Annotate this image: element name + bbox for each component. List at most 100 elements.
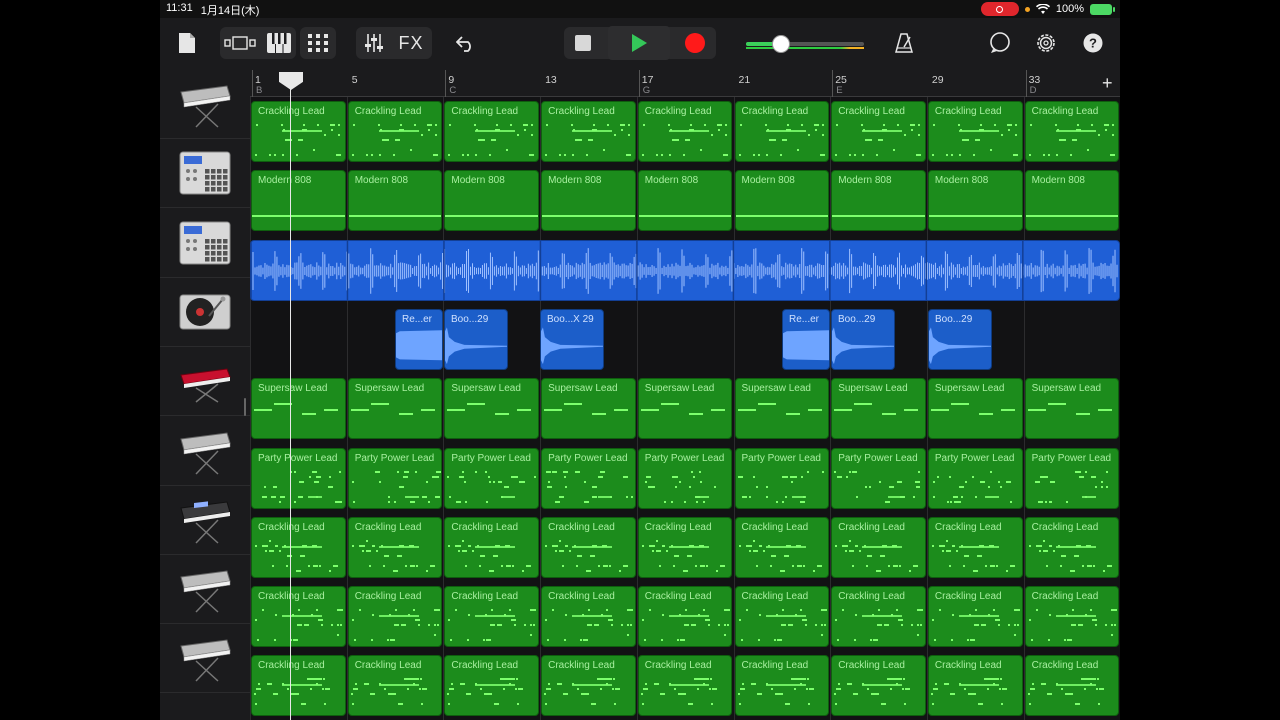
track-header[interactable] [160,555,250,625]
stop-icon[interactable] [568,26,598,60]
mixer-icon[interactable] [360,26,388,60]
midi-region[interactable]: Modern 808 [927,170,1023,232]
midi-region[interactable]: Crackling Lead [444,101,540,162]
track-header[interactable] [160,278,250,347]
header-resize-handle[interactable] [244,398,246,416]
midi-region[interactable]: Crackling Lead [541,655,636,717]
audio-region[interactable]: Boo...29 [928,308,992,370]
midi-region[interactable]: Modern 808 [347,170,443,232]
midi-region[interactable]: Modern 808 [541,170,636,232]
midi-region[interactable]: Crackling Lead [444,516,540,578]
midi-region[interactable]: Crackling Lead [347,516,443,578]
track-header[interactable] [160,70,250,139]
audio-region[interactable]: Re...er [782,308,830,370]
midi-region[interactable]: Crackling Lead [444,655,540,717]
midi-region[interactable]: Modern 808 [1024,170,1120,232]
midi-region[interactable]: Supersaw Lead [637,378,733,440]
midi-region[interactable]: Crackling Lead [347,655,443,717]
midi-region[interactable]: Party Power Lead [831,447,926,509]
midi-region[interactable]: Crackling Lead [927,101,1023,162]
midi-region[interactable]: Party Power Lead [637,447,733,509]
audio-region[interactable]: Boo...29 [444,308,508,370]
midi-region[interactable]: Crackling Lead [347,101,443,162]
midi-region[interactable]: Modern 808 [831,170,926,232]
track-lane[interactable]: Re...er Boo...29 Boo...X 29 Re...er Boo...29… [250,305,1120,374]
midi-region[interactable]: Party Power Lead [444,447,540,509]
midi-region[interactable]: Modern 808 [637,170,733,232]
track-lane[interactable]: Supersaw Lead Supersaw Lead Supersaw Lead S… [250,374,1120,443]
add-section-button[interactable]: + [1102,74,1113,92]
midi-region[interactable]: Modern 808 [734,170,830,232]
midi-region[interactable]: Crackling Lead [1024,516,1120,578]
midi-region[interactable]: Supersaw Lead [734,378,830,440]
help-icon[interactable]: ? [1079,26,1107,60]
midi-region[interactable]: Crackling Lead [251,586,346,648]
master-volume-slider[interactable] [746,42,864,46]
midi-region[interactable]: Crackling Lead [831,655,926,717]
midi-region[interactable]: Crackling Lead [251,101,346,162]
midi-region[interactable]: Crackling Lead [541,516,636,578]
track-lane[interactable]: Crackling Lead Crackling Lead Crackling Le… [250,97,1120,166]
midi-region[interactable]: Crackling Lead [927,586,1023,648]
midi-region[interactable]: Supersaw Lead [927,378,1023,440]
midi-region[interactable]: Supersaw Lead [541,378,636,440]
audio-region[interactable]: Boo...X 29 [540,308,604,370]
midi-region[interactable]: Crackling Lead [637,101,733,162]
midi-region[interactable]: Crackling Lead [251,516,346,578]
settings-icon[interactable] [1032,26,1060,60]
track-header[interactable] [160,347,250,417]
track-lane[interactable]: Crackling Lead Crackling Lead Crackling Le… [250,651,1120,720]
audio-loop-region[interactable] [250,239,1120,301]
midi-region[interactable]: Crackling Lead [1024,586,1120,648]
play-icon[interactable] [608,26,670,60]
track-lane[interactable]: Party Power Lead Party Power Lead Party Po… [250,444,1120,513]
midi-region[interactable]: Crackling Lead [1024,101,1120,162]
track-lane[interactable]: Crackling Lead Crackling Lead Crackling Le… [250,513,1120,582]
document-icon[interactable] [174,26,200,60]
midi-region[interactable]: Crackling Lead [831,101,926,162]
midi-region[interactable]: Party Power Lead [541,447,636,509]
fx-button[interactable]: FX [394,26,428,60]
midi-region[interactable]: Party Power Lead [1024,447,1120,509]
midi-region[interactable]: Crackling Lead [734,586,830,648]
midi-region[interactable]: Modern 808 [444,170,540,232]
midi-region[interactable]: Supersaw Lead [1024,378,1120,440]
loop-icon[interactable] [986,26,1014,60]
track-header[interactable] [160,486,250,555]
midi-region[interactable]: Crackling Lead [831,516,926,578]
metronome-icon[interactable] [890,26,918,60]
track-header[interactable] [160,139,250,209]
midi-region[interactable]: Crackling Lead [927,516,1023,578]
midi-region[interactable]: Crackling Lead [637,655,733,717]
midi-region[interactable]: Supersaw Lead [444,378,540,440]
midi-region[interactable]: Supersaw Lead [251,378,346,440]
view-switch-icon[interactable] [222,26,258,60]
undo-icon[interactable] [452,26,480,60]
midi-region[interactable]: Crackling Lead [831,586,926,648]
audio-region[interactable]: Re...er [395,308,443,370]
midi-region[interactable]: Crackling Lead [541,101,636,162]
midi-region[interactable]: Modern 808 [251,170,346,232]
midi-region[interactable]: Supersaw Lead [831,378,926,440]
track-header[interactable] [160,624,250,694]
track-lane[interactable]: Crackling Lead Crackling Lead Crackling Le… [250,582,1120,651]
midi-region[interactable]: Party Power Lead [251,447,346,509]
track-header[interactable] [160,209,250,278]
midi-region[interactable]: Crackling Lead [734,655,830,717]
midi-region[interactable]: Crackling Lead [927,655,1023,717]
midi-region[interactable]: Crackling Lead [444,586,540,648]
track-lane[interactable]: Modern 808 Modern 808 Modern 808 Modern 808… [250,166,1120,235]
keyboard-icon[interactable] [264,26,294,60]
midi-region[interactable]: Crackling Lead [347,586,443,648]
midi-region[interactable]: Crackling Lead [1024,655,1120,717]
midi-region[interactable]: Crackling Lead [734,101,830,162]
midi-region[interactable]: Crackling Lead [541,586,636,648]
timeline-ruler[interactable]: 159131721252933374145495357616569BCGEDFH… [250,70,1120,97]
midi-region[interactable]: Party Power Lead [347,447,443,509]
midi-region[interactable]: Party Power Lead [927,447,1023,509]
track-header[interactable] [160,417,250,486]
record-icon[interactable] [680,26,710,60]
audio-region[interactable]: Boo...29 [831,308,895,370]
midi-region[interactable]: Crackling Lead [637,516,733,578]
midi-region[interactable]: Supersaw Lead [347,378,443,440]
